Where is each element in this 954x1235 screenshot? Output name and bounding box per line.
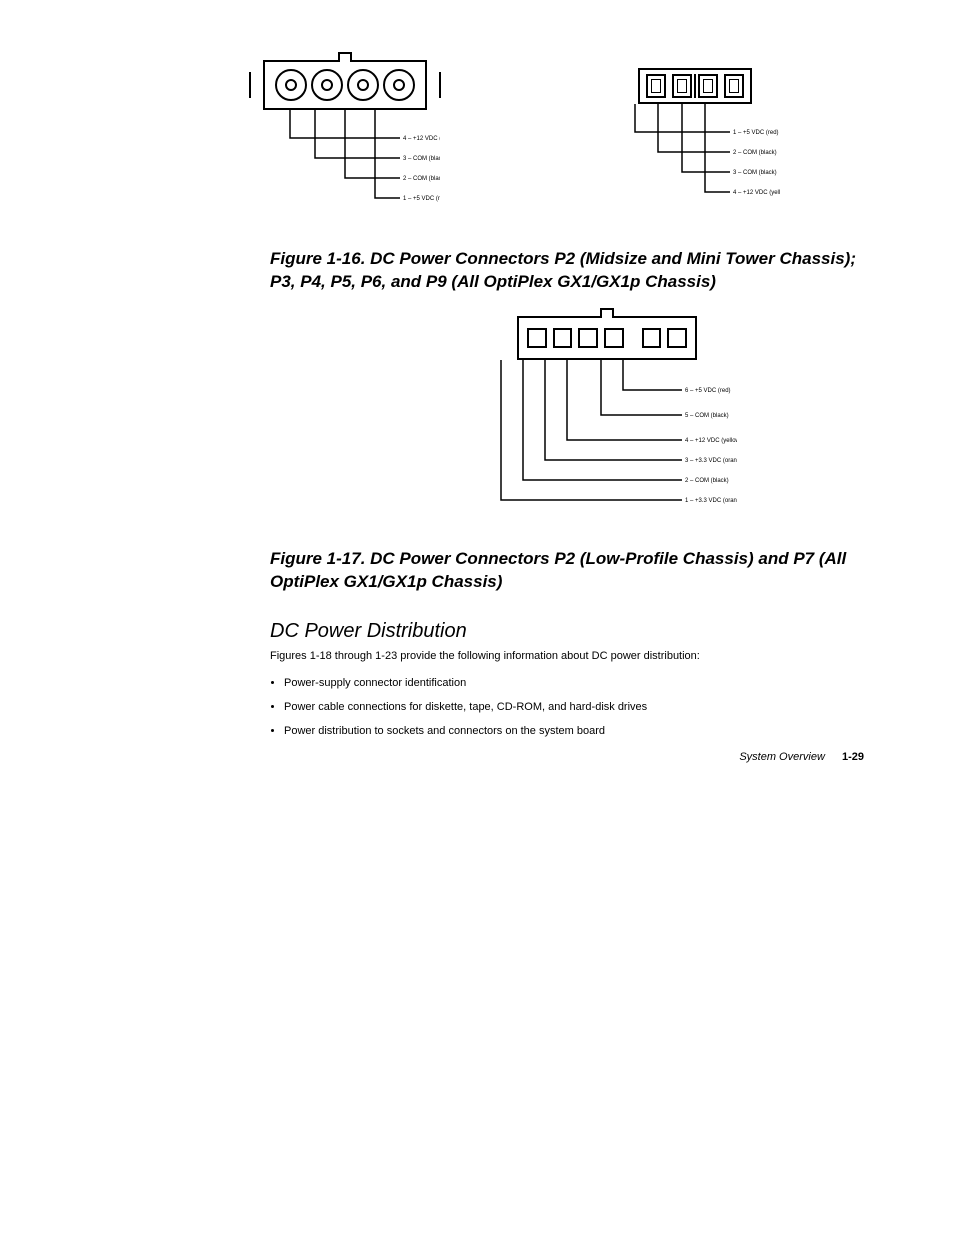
fig16-right-callout-tree: 1 – +5 VDC (red) 2 – COM (black) 3 – COM…	[610, 104, 780, 214]
pin-label: 2 – COM (black)	[403, 176, 440, 182]
section-intro: Figures 1-18 through 1-23 provide the fo…	[270, 649, 864, 665]
fig16-left-callout-tree: 4 – +12 VDC (yellow) 3 – COM (black) 2 –…	[250, 110, 440, 220]
floppy-4pin-connector-icon	[638, 68, 752, 104]
fig16-left-connector-wrap: 4 – +12 VDC (yellow) 3 – COM (black) 2 –…	[250, 60, 440, 220]
text-column: Figure 1-17. DC Power Connectors P2 (Low…	[270, 548, 864, 743]
list-item: Power-supply connector identification	[284, 671, 864, 695]
pin-label: 4 – +12 VDC (yellow)	[733, 190, 780, 196]
pin6-pin	[604, 328, 624, 348]
molex-pin	[347, 69, 379, 101]
floppy-pin	[672, 74, 692, 98]
floppy-pin	[698, 74, 718, 98]
section-bullets: Power-supply connector identification Po…	[276, 671, 864, 744]
pin-label: 3 – +3.3 VDC (orange)	[685, 458, 737, 464]
pin-label: 6 – +5 VDC (red)	[685, 388, 731, 394]
page-footer: System Overview 1-29	[739, 751, 864, 763]
pin-label: 1 – +3.3 VDC (orange)	[685, 498, 737, 504]
pin-label: 3 – COM (black)	[403, 156, 440, 162]
footer-title: System Overview	[739, 751, 825, 763]
pin-label: 2 – COM (black)	[733, 150, 777, 156]
figure-1-17-caption: Figure 1-17. DC Power Connectors P2 (Low…	[270, 548, 864, 594]
list-item: Power distribution to sockets and connec…	[284, 719, 864, 743]
pin-label: 1 – +5 VDC (red)	[403, 196, 440, 202]
molex-pin	[275, 69, 307, 101]
page-number: 1-29	[842, 751, 864, 763]
pin-label: 2 – COM (black)	[685, 478, 729, 484]
fig16-right-connector-wrap: 1 – +5 VDC (red) 2 – COM (black) 3 – COM…	[610, 68, 780, 220]
molex-4pin-connector-icon	[263, 60, 427, 110]
fig17-callout-tree: 6 – +5 VDC (red) 5 – COM (black) 4 – +12…	[477, 360, 737, 520]
text-column: Figure 1-16. DC Power Connectors P2 (Mid…	[270, 248, 864, 294]
floppy-pin	[646, 74, 666, 98]
figure-1-16: 4 – +12 VDC (yellow) 3 – COM (black) 2 –…	[250, 60, 864, 220]
pin6-pin	[667, 328, 687, 348]
pin6-pin	[578, 328, 598, 348]
pin-label: 1 – +5 VDC (red)	[733, 130, 779, 136]
pin-label: 3 – COM (black)	[733, 170, 777, 176]
pin-label: 4 – +12 VDC (yellow)	[403, 136, 440, 142]
six-pin-connector-icon	[517, 316, 697, 360]
molex-pin	[311, 69, 343, 101]
list-item: Power cable connections for diskette, ta…	[284, 695, 864, 719]
section-heading: DC Power Distribution	[270, 620, 864, 643]
floppy-pin	[724, 74, 744, 98]
pin-label: 5 – COM (black)	[685, 413, 729, 419]
pin6-pin	[527, 328, 547, 348]
figure-1-17: 6 – +5 VDC (red) 5 – COM (black) 4 – +12…	[350, 316, 864, 520]
molex-pin	[383, 69, 415, 101]
figure-1-16-caption: Figure 1-16. DC Power Connectors P2 (Mid…	[270, 248, 864, 294]
manual-page: 4 – +12 VDC (yellow) 3 – COM (black) 2 –…	[0, 0, 954, 803]
pin6-pin	[553, 328, 573, 348]
pin6-pin	[642, 328, 662, 348]
pin-label: 4 – +12 VDC (yellow)	[685, 438, 737, 444]
